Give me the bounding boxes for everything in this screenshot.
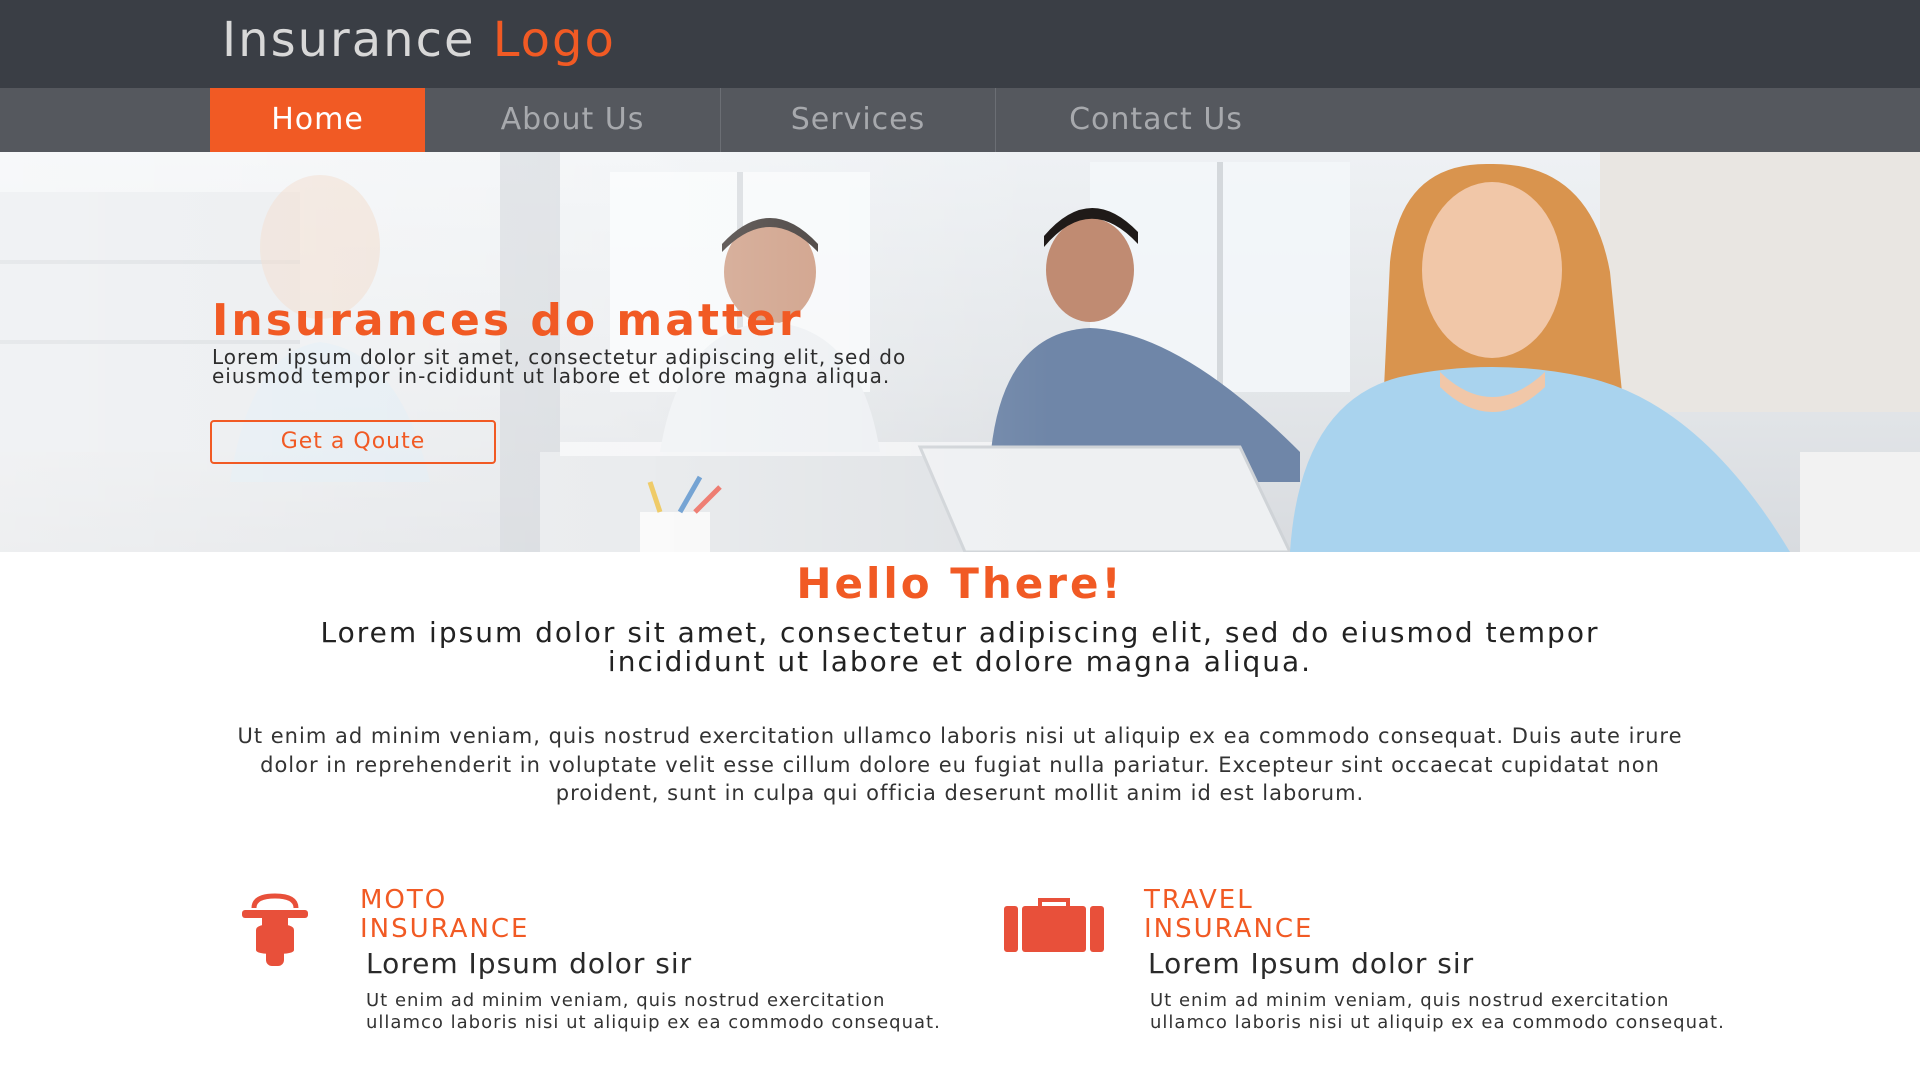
hero-title: Insurances do matter [212,295,804,346]
hero-banner: Insurances do matter Lorem ipsum dolor s… [0,152,1920,552]
main-nav: Home About Us Services Contact Us [0,88,1920,152]
suitcase-icon [1004,898,1104,952]
nav-contact-us[interactable]: Contact Us [996,88,1316,152]
logo-word-logo: Logo [492,12,616,68]
intro-heading: Hello There! [796,559,1124,608]
intro-body: Ut enim ad minim veniam, quis nostrud ex… [237,724,1683,805]
feature-title-line1: TRAVEL [1144,885,1254,915]
feature-subtitle: Lorem Ipsum dolor sir [1148,947,1475,980]
intro-lead: Lorem ipsum dolor sit amet, consectetur … [320,616,1600,678]
feature-travel-insurance: TRAVEL INSURANCE Lorem Ipsum dolor sir U… [1004,882,1724,1062]
nav-home[interactable]: Home [210,88,425,152]
feature-title-line2: INSURANCE [1144,914,1314,944]
logo-word-insurance: Insurance [222,12,476,68]
feature-subtitle: Lorem Ipsum dolor sir [366,947,693,980]
feature-title: MOTO INSURANCE [360,886,529,944]
feature-text: Ut enim ad minim veniam, quis nostrud ex… [366,990,941,1033]
top-header: Insurance Logo [0,0,1920,88]
feature-text: Ut enim ad minim veniam, quis nostrud ex… [1150,990,1725,1033]
nav-about-us[interactable]: About Us [425,88,720,152]
nav-services[interactable]: Services [721,88,995,152]
scooter-icon [242,893,308,966]
hero-text: Lorem ipsum dolor sit amet, consectetur … [212,345,907,388]
feature-title-line2: INSURANCE [360,914,530,944]
get-quote-button[interactable]: Get a Qoute [210,420,496,464]
feature-moto-insurance: MOTO INSURANCE Lorem Ipsum dolor sir Ut … [240,882,940,1062]
feature-title: TRAVEL INSURANCE [1144,886,1313,944]
site-logo[interactable]: Insurance Logo [222,8,616,72]
feature-title-line1: MOTO [360,885,448,915]
